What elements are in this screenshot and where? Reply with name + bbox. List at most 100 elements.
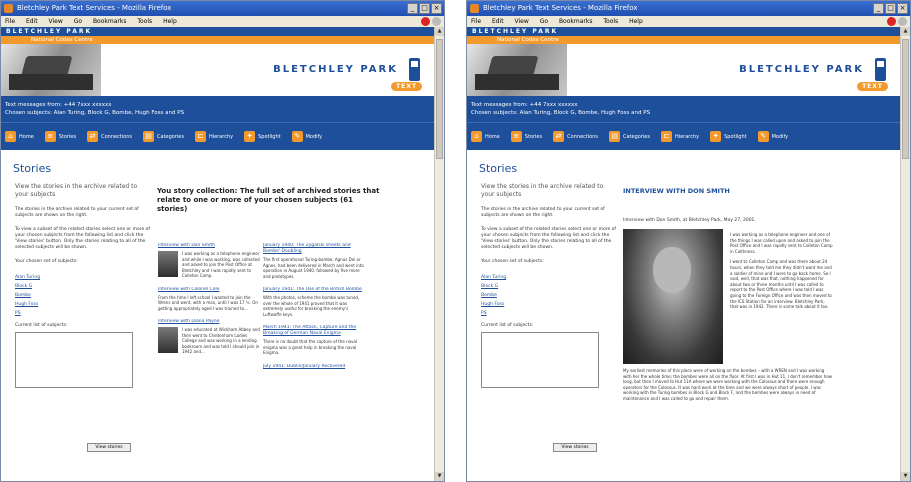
view-stories-button[interactable]: View stories — [553, 443, 597, 452]
intro-text: The stories in the archive related to yo… — [15, 207, 139, 218]
story-summary: With the photos, scheme the bombe was tu… — [263, 295, 360, 317]
subject-link[interactable]: Block G — [481, 282, 616, 291]
scroll-thumb[interactable] — [902, 39, 909, 159]
menu-go[interactable]: Go — [540, 18, 548, 25]
nav-label: Home — [19, 133, 34, 140]
view-stories-button[interactable]: View stories — [87, 443, 131, 452]
nav-hierarchy[interactable]: ⊏ Hierarchy — [660, 131, 699, 142]
stop-icon[interactable] — [421, 17, 430, 26]
title-bar: Bletchley Park Text Services - Mozilla F… — [1, 1, 444, 16]
story-summary: I was working as a telephone engineer an… — [182, 251, 260, 278]
story-link[interactable]: Interview with Colonel Cole — [158, 287, 262, 293]
throbber-icon — [898, 17, 907, 26]
nav-spotlight[interactable]: ✦ Spotlight — [244, 131, 281, 142]
current-subjects-label: Current list of subjects: — [481, 323, 534, 328]
nav-home[interactable]: ⌂ Home — [5, 131, 34, 142]
menu-help[interactable]: Help — [629, 18, 643, 25]
brand-bar: BLETCHLEY PARK — [1, 27, 434, 36]
nav-modify[interactable]: ✎ Modify — [757, 131, 788, 142]
throbber-icon — [432, 17, 441, 26]
phone-icon — [875, 58, 886, 81]
menu-tools[interactable]: Tools — [603, 18, 618, 25]
spotlight-icon: ✦ — [244, 131, 256, 142]
subjects-list: Alan Turing Block G Bombe Hugh Foss PS — [481, 273, 616, 318]
subject-link[interactable]: Hugh Foss — [481, 300, 616, 309]
menu-go[interactable]: Go — [74, 18, 82, 25]
subject-link[interactable]: PS — [15, 309, 150, 318]
scroll-thumb[interactable] — [436, 39, 443, 159]
nav-connections[interactable]: ⇄ Connections — [87, 131, 132, 142]
nav-home[interactable]: ⌂ Home — [471, 131, 500, 142]
page-content: BLETCHLEY PARK National Codes Centre BLE… — [467, 27, 900, 481]
story-thumbnail[interactable] — [158, 251, 178, 277]
site-logo[interactable]: BLETCHLEY PARK — [739, 64, 864, 75]
nav-stories[interactable]: ≡ Stories — [510, 131, 542, 142]
subjects-textarea[interactable] — [15, 332, 133, 388]
subject-link[interactable]: Hugh Foss — [15, 300, 150, 309]
nav-label: Hierarchy — [208, 133, 234, 140]
close-button[interactable]: × — [431, 3, 442, 14]
maximize-button[interactable]: □ — [885, 3, 896, 14]
stories-column-2: January 1940: The Zygalski sheets and Bo… — [263, 243, 367, 380]
subject-link[interactable]: Bombe — [481, 291, 616, 300]
vertical-scrollbar[interactable]: ▲ ▼ — [434, 27, 444, 481]
story-link[interactable]: March 1941: The Attack, Capture and the … — [263, 325, 367, 337]
story-thumbnail[interactable] — [158, 327, 178, 353]
nav-categories[interactable]: ▤ Categories — [143, 131, 184, 142]
interview-title: INTERVIEW WITH DON SMITH — [623, 187, 730, 195]
text-badge: TEXT — [857, 82, 888, 91]
connections-icon: ⇄ — [553, 131, 565, 142]
vertical-scrollbar[interactable]: ▲ ▼ — [900, 27, 910, 481]
story-link[interactable]: Interview with Don Smith — [158, 243, 262, 249]
subject-link[interactable]: Block G — [15, 282, 150, 291]
sender-line: Text messages from: +44 7xxx xxxxxx — [471, 102, 578, 108]
subject-link[interactable]: PS — [481, 309, 616, 318]
scroll-up-icon[interactable]: ▲ — [901, 27, 910, 36]
nav-hierarchy[interactable]: ⊏ Hierarchy — [194, 131, 234, 142]
menu-tools[interactable]: Tools — [137, 18, 152, 25]
text-badge: TEXT — [391, 82, 422, 91]
nav-bar: ⌂ Home ≡ Stories ⇄ Connections ▤ Categories … — [467, 122, 900, 150]
sender-line: Text messages from: +44 7xxx xxxxxx — [5, 102, 112, 108]
nav-label: Connections — [101, 133, 132, 140]
subject-link[interactable]: Alan Turing — [15, 273, 150, 282]
collection-heading: You story collection: The full set of ar… — [157, 187, 380, 213]
subbrand-bar: National Codes Centre — [467, 36, 900, 44]
home-icon: ⌂ — [471, 131, 482, 142]
menu-bookmarks[interactable]: Bookmarks — [93, 18, 127, 25]
subject-link[interactable]: Bombe — [15, 291, 150, 300]
left-column: View the stories in the archive related … — [481, 183, 616, 388]
interview-paragraph: I was working as a telephone engineer an… — [730, 232, 833, 254]
menu-help[interactable]: Help — [163, 18, 177, 25]
menu-file[interactable]: File — [471, 18, 481, 25]
minimize-button[interactable]: _ — [407, 3, 418, 14]
minimize-button[interactable]: _ — [873, 3, 884, 14]
story-link[interactable]: Interview with Diana Payne — [158, 319, 262, 325]
nav-spotlight[interactable]: ✦ Spotlight — [710, 131, 747, 142]
nav-connections[interactable]: ⇄ Connections — [553, 131, 598, 142]
story-link[interactable]: July 1941: Dublin/January Recovered — [263, 364, 367, 370]
menu-file[interactable]: File — [5, 18, 15, 25]
scroll-up-icon[interactable]: ▲ — [435, 27, 444, 36]
subject-link[interactable]: Alan Turing — [481, 273, 616, 282]
story-item: January 1941: The Use of the British Bom… — [263, 287, 367, 317]
nav-categories[interactable]: ▤ Categories — [609, 131, 650, 142]
stop-icon[interactable] — [887, 17, 896, 26]
page-title: Stories — [479, 162, 518, 175]
menu-view[interactable]: View — [515, 18, 529, 25]
menu-edit[interactable]: Edit — [26, 18, 38, 25]
nav-stories[interactable]: ≡ Stories — [44, 131, 76, 142]
site-logo[interactable]: BLETCHLEY PARK — [273, 64, 398, 75]
menu-edit[interactable]: Edit — [492, 18, 504, 25]
subjects-textarea[interactable] — [481, 332, 599, 388]
story-link[interactable]: January 1940: The Zygalski sheets and Bo… — [263, 243, 367, 255]
story-link[interactable]: January 1941: The Use of the British Bom… — [263, 287, 367, 293]
close-button[interactable]: × — [897, 3, 908, 14]
scroll-down-icon[interactable]: ▼ — [901, 472, 910, 481]
maximize-button[interactable]: □ — [419, 3, 430, 14]
menu-view[interactable]: View — [49, 18, 63, 25]
banner: BLETCHLEY PARK TEXT — [1, 44, 434, 96]
nav-modify[interactable]: ✎ Modify — [291, 131, 322, 142]
menu-bookmarks[interactable]: Bookmarks — [559, 18, 593, 25]
scroll-down-icon[interactable]: ▼ — [435, 472, 444, 481]
